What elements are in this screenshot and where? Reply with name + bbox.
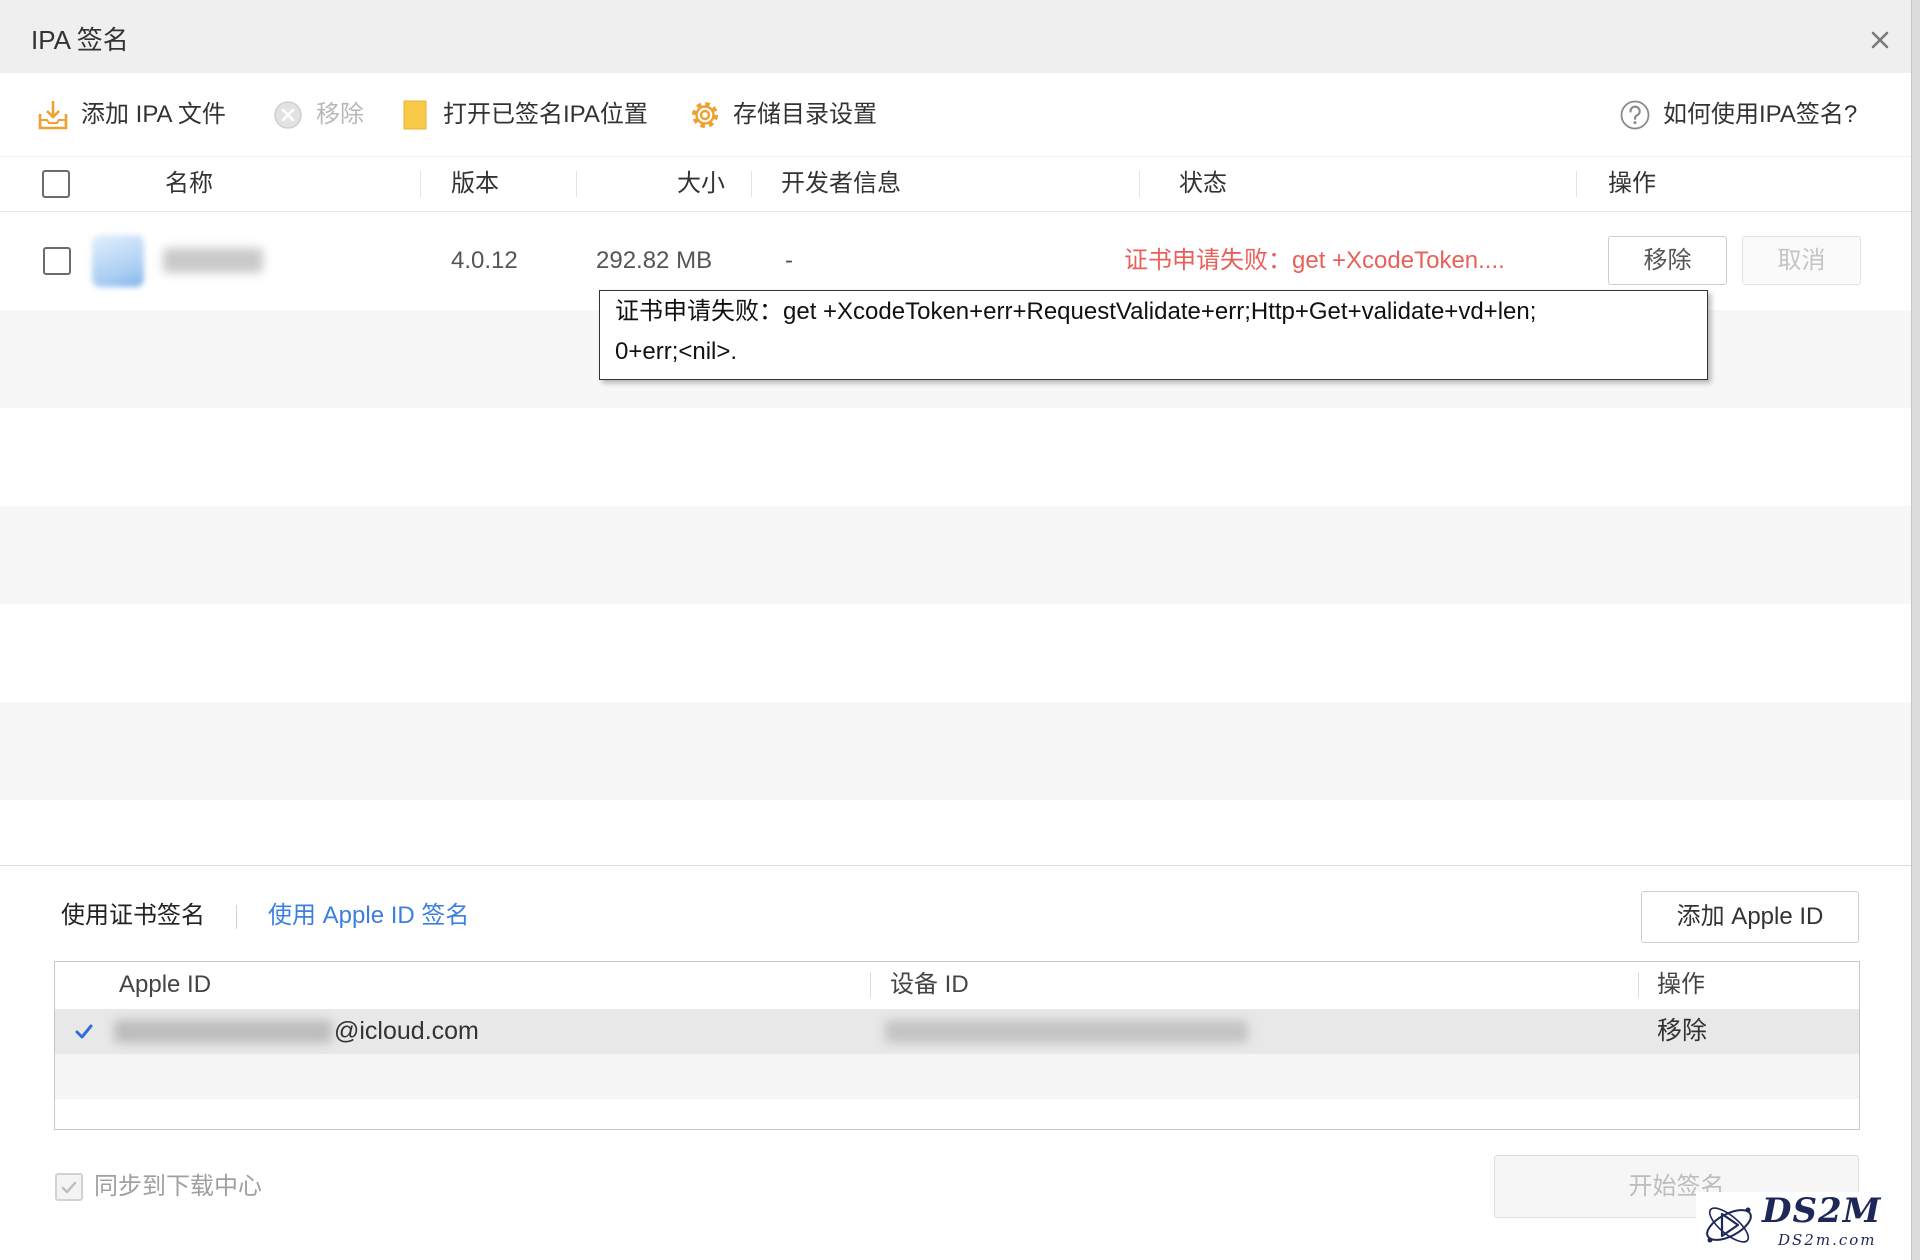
row-size: 292.82 MB xyxy=(596,247,713,274)
tab-certificate-sign[interactable]: 使用证书签名 xyxy=(61,901,205,931)
empty-row xyxy=(0,506,1911,604)
tab-apple-id-sign[interactable]: 使用 Apple ID 签名 xyxy=(268,901,469,931)
column-header-status: 状态 xyxy=(1179,170,1227,197)
watermark-logo-icon xyxy=(1706,1207,1752,1243)
apple-id-table: Apple ID 设备 ID 操作 @icloud.com 移除 xyxy=(54,961,1860,1130)
row-version: 4.0.12 xyxy=(451,247,518,274)
column-separator xyxy=(870,972,871,998)
tooltip-line: 证书申请失败：get +XcodeToken+err+RequestValida… xyxy=(615,298,1537,325)
remove-button[interactable]: 移除 xyxy=(272,99,364,131)
tooltip-line: 0+err;<nil>. xyxy=(615,338,738,365)
empty-row xyxy=(0,702,1911,800)
add-apple-id-button[interactable]: 添加 Apple ID xyxy=(1641,891,1859,943)
help-circle-icon xyxy=(1620,100,1650,130)
app-icon-redacted xyxy=(92,235,144,287)
remove-circle-icon xyxy=(274,101,302,129)
open-signed-location-button[interactable]: 打开已签名IPA位置 xyxy=(399,99,648,131)
apple-id-email-redacted xyxy=(114,1020,332,1043)
window-title: IPA 签名 xyxy=(31,25,129,55)
close-button[interactable] xyxy=(1866,26,1894,54)
open-signed-location-label: 打开已签名IPA位置 xyxy=(443,101,648,128)
column-header-version: 版本 xyxy=(451,170,499,197)
storage-settings-label: 存储目录设置 xyxy=(733,101,877,128)
checkmark-icon xyxy=(75,1024,93,1039)
column-separator xyxy=(576,171,577,197)
watermark-domain: DS2m.com xyxy=(1778,1231,1877,1249)
section-divider xyxy=(0,865,1911,866)
empty-row xyxy=(0,604,1911,702)
ipa-sign-dialog: IPA 签名 添加 IPA 文件 移除 打开已签名IPA位置 存储目录设置 如何… xyxy=(0,0,1912,1260)
column-header-apple-id: Apple ID xyxy=(119,971,212,998)
apple-id-table-header: Apple ID 设备 ID 操作 xyxy=(55,962,1859,1009)
sync-to-download-center-label: 同步到下载中心 xyxy=(94,1173,262,1200)
file-table-header: 名称 版本 大小 开发者信息 状态 操作 xyxy=(0,157,1911,212)
sync-to-download-center-checkbox[interactable] xyxy=(55,1173,83,1201)
watermark-brand: DS2M xyxy=(1762,1191,1882,1231)
device-id-redacted xyxy=(885,1020,1248,1043)
add-ipa-button[interactable]: 添加 IPA 文件 xyxy=(37,99,226,131)
import-file-icon xyxy=(38,101,68,130)
column-separator xyxy=(1139,171,1140,197)
tab-separator xyxy=(236,905,237,929)
remove-label: 移除 xyxy=(316,101,364,128)
row-cancel-button[interactable]: 取消 xyxy=(1742,236,1861,285)
background-window-edge xyxy=(1912,0,1920,1260)
title-bar: IPA 签名 xyxy=(0,0,1911,73)
column-separator xyxy=(1576,171,1577,197)
folder-icon xyxy=(403,100,427,130)
column-separator xyxy=(1638,972,1639,998)
column-header-size: 大小 xyxy=(677,170,725,197)
column-header-actions: 操作 xyxy=(1657,971,1705,998)
apple-id-email-domain: @icloud.com xyxy=(334,1017,479,1045)
column-header-device-id: 设备 ID xyxy=(890,971,969,998)
row-remove-button[interactable]: 移除 xyxy=(1608,236,1727,285)
column-header-developer: 开发者信息 xyxy=(781,170,901,197)
column-separator xyxy=(751,171,752,197)
row-status-error[interactable]: 证书申请失败：get +XcodeToken.... xyxy=(1124,246,1505,276)
close-icon xyxy=(1871,31,1889,49)
watermark: DS2M DS2m.com xyxy=(1696,1191,1911,1256)
storage-settings-button[interactable]: 存储目录设置 xyxy=(689,99,877,131)
status-tooltip: 证书申请失败：get +XcodeToken+err+RequestValida… xyxy=(599,290,1708,380)
column-header-name: 名称 xyxy=(165,170,213,197)
empty-row xyxy=(55,1054,1859,1099)
empty-row xyxy=(0,408,1911,506)
help-link[interactable]: 如何使用IPA签名? xyxy=(1619,99,1857,131)
app-name-redacted xyxy=(163,248,263,273)
row-checkbox[interactable] xyxy=(43,247,71,275)
add-ipa-label: 添加 IPA 文件 xyxy=(81,101,226,128)
toolbar: 添加 IPA 文件 移除 打开已签名IPA位置 存储目录设置 如何使用IPA签名… xyxy=(0,73,1911,157)
apple-id-row[interactable]: @icloud.com 移除 xyxy=(55,1009,1859,1054)
row-developer: - xyxy=(785,247,793,274)
help-label: 如何使用IPA签名? xyxy=(1663,101,1858,128)
gear-icon xyxy=(692,102,718,128)
apple-id-remove-link[interactable]: 移除 xyxy=(1657,1016,1707,1046)
checkmark-icon xyxy=(61,1181,77,1193)
column-separator xyxy=(420,171,421,197)
select-all-checkbox[interactable] xyxy=(42,170,70,198)
column-header-actions: 操作 xyxy=(1608,170,1656,197)
